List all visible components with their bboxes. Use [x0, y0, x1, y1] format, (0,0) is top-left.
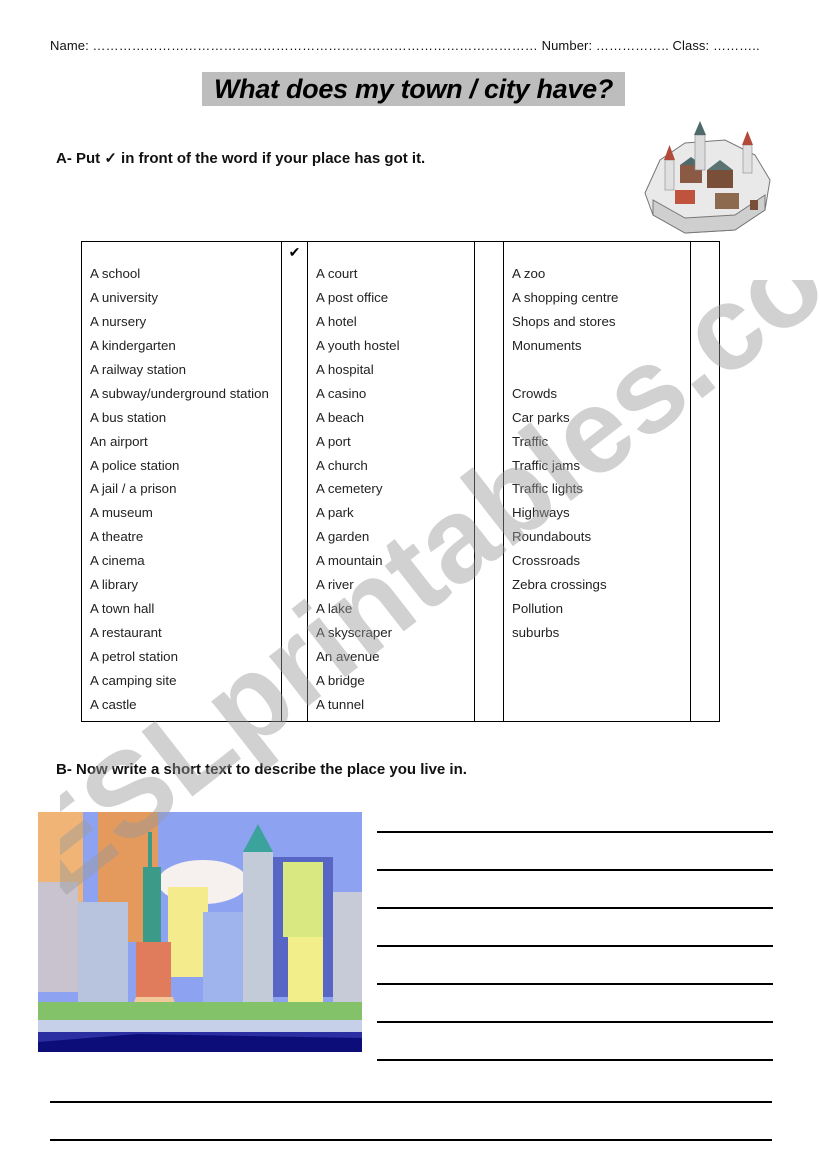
- check-cell-column-3[interactable]: [690, 241, 720, 722]
- list-item: A casino: [316, 385, 367, 401]
- list-item: A mountain: [316, 553, 383, 569]
- list-item: A post office: [316, 289, 389, 305]
- list-item: Traffic lights: [512, 481, 583, 497]
- list-item: Crossroads: [512, 553, 580, 569]
- writing-line[interactable]: [50, 1139, 772, 1141]
- list-item: Traffic: [512, 433, 549, 449]
- list-item: [512, 358, 690, 382]
- city-skyline-image: [38, 812, 362, 1052]
- list-item: A hotel: [316, 313, 357, 329]
- list-item: A hospital: [316, 361, 374, 377]
- list-item: A police station: [90, 457, 180, 473]
- writing-line[interactable]: [377, 1021, 773, 1023]
- section-b-instruction: B- Now write a short text to describe th…: [56, 761, 467, 778]
- list-item: A bridge: [316, 672, 365, 688]
- list-item: A river: [316, 577, 354, 593]
- writing-line[interactable]: [377, 983, 773, 985]
- list-item: An avenue: [316, 649, 380, 664]
- list-item: A garden: [316, 529, 370, 545]
- writing-line[interactable]: [377, 869, 773, 871]
- column-1-list: A school A university A nursery A kindergar…: [82, 242, 281, 721]
- list-item: A kindergarten: [90, 337, 176, 353]
- list-item: A shopping centre: [512, 289, 619, 305]
- list-item: A library: [90, 577, 139, 593]
- list-item: Roundabouts: [512, 529, 592, 545]
- list-item: A youth hostel: [316, 337, 400, 353]
- column-3-list: A zoo A shopping centre Shops and stores Mo…: [504, 242, 690, 649]
- list-item: A railway station: [90, 361, 187, 377]
- list-item: A jail / a prison: [90, 481, 177, 497]
- section-a-instruction: A- Put ✓ in front of the word if your pl…: [56, 150, 426, 167]
- writing-line[interactable]: [377, 831, 773, 833]
- list-item: A school: [90, 266, 141, 281]
- list-item: A town hall: [90, 601, 155, 617]
- list-item: A zoo: [512, 266, 546, 281]
- list-item: Shops and stores: [512, 313, 616, 329]
- list-item: suburbs: [512, 625, 560, 641]
- list-item: A cinema: [90, 553, 145, 569]
- list-item: Highways: [512, 505, 570, 521]
- list-item: A university: [90, 289, 158, 305]
- list-item: Pollution: [512, 601, 564, 617]
- list-item: A lake: [316, 601, 353, 617]
- list-item: A port: [316, 433, 351, 449]
- list-item: Car parks: [512, 409, 570, 425]
- list-item: A restaurant: [90, 625, 162, 641]
- list-item: A skyscraper: [316, 625, 393, 641]
- page-title: What does my town / city have?: [202, 72, 625, 106]
- column-2-list: A court A post office A hotel A youth hoste…: [308, 242, 474, 721]
- list-item: A church: [316, 457, 368, 473]
- writing-line[interactable]: [377, 945, 773, 947]
- list-item: A park: [316, 505, 354, 521]
- list-item: Crowds: [512, 385, 558, 401]
- list-item: Traffic jams: [512, 457, 580, 473]
- list-item: A beach: [316, 409, 365, 425]
- list-item: A subway/underground station: [90, 385, 269, 401]
- list-item: A bus station: [90, 409, 167, 425]
- list-item: An airport: [90, 433, 148, 449]
- walled-town-image: [644, 121, 771, 234]
- places-checklist-table: A school A university A nursery A kindergar…: [81, 241, 720, 722]
- list-item: A court: [316, 266, 358, 281]
- list-item: A camping site: [90, 672, 177, 688]
- name-number-class-line: Name: ……………………………………………………………………………………………: [50, 38, 760, 53]
- writing-line[interactable]: [377, 1059, 773, 1061]
- list-item: A cemetery: [316, 481, 383, 497]
- list-item: Zebra crossings: [512, 577, 607, 593]
- check-cell-column-1[interactable]: ✔: [281, 241, 308, 722]
- list-item: Monuments: [512, 337, 582, 353]
- check-cell-column-2[interactable]: [474, 241, 504, 722]
- list-item: A nursery: [90, 313, 147, 329]
- checkmark-icon: ✔: [288, 244, 301, 260]
- list-item: A petrol station: [90, 649, 178, 664]
- list-item: A tunnel: [316, 696, 365, 712]
- writing-line[interactable]: [377, 907, 773, 909]
- writing-line[interactable]: [50, 1101, 772, 1103]
- list-item: A castle: [90, 696, 137, 712]
- list-item: A museum: [90, 505, 153, 521]
- list-item: A theatre: [90, 529, 144, 545]
